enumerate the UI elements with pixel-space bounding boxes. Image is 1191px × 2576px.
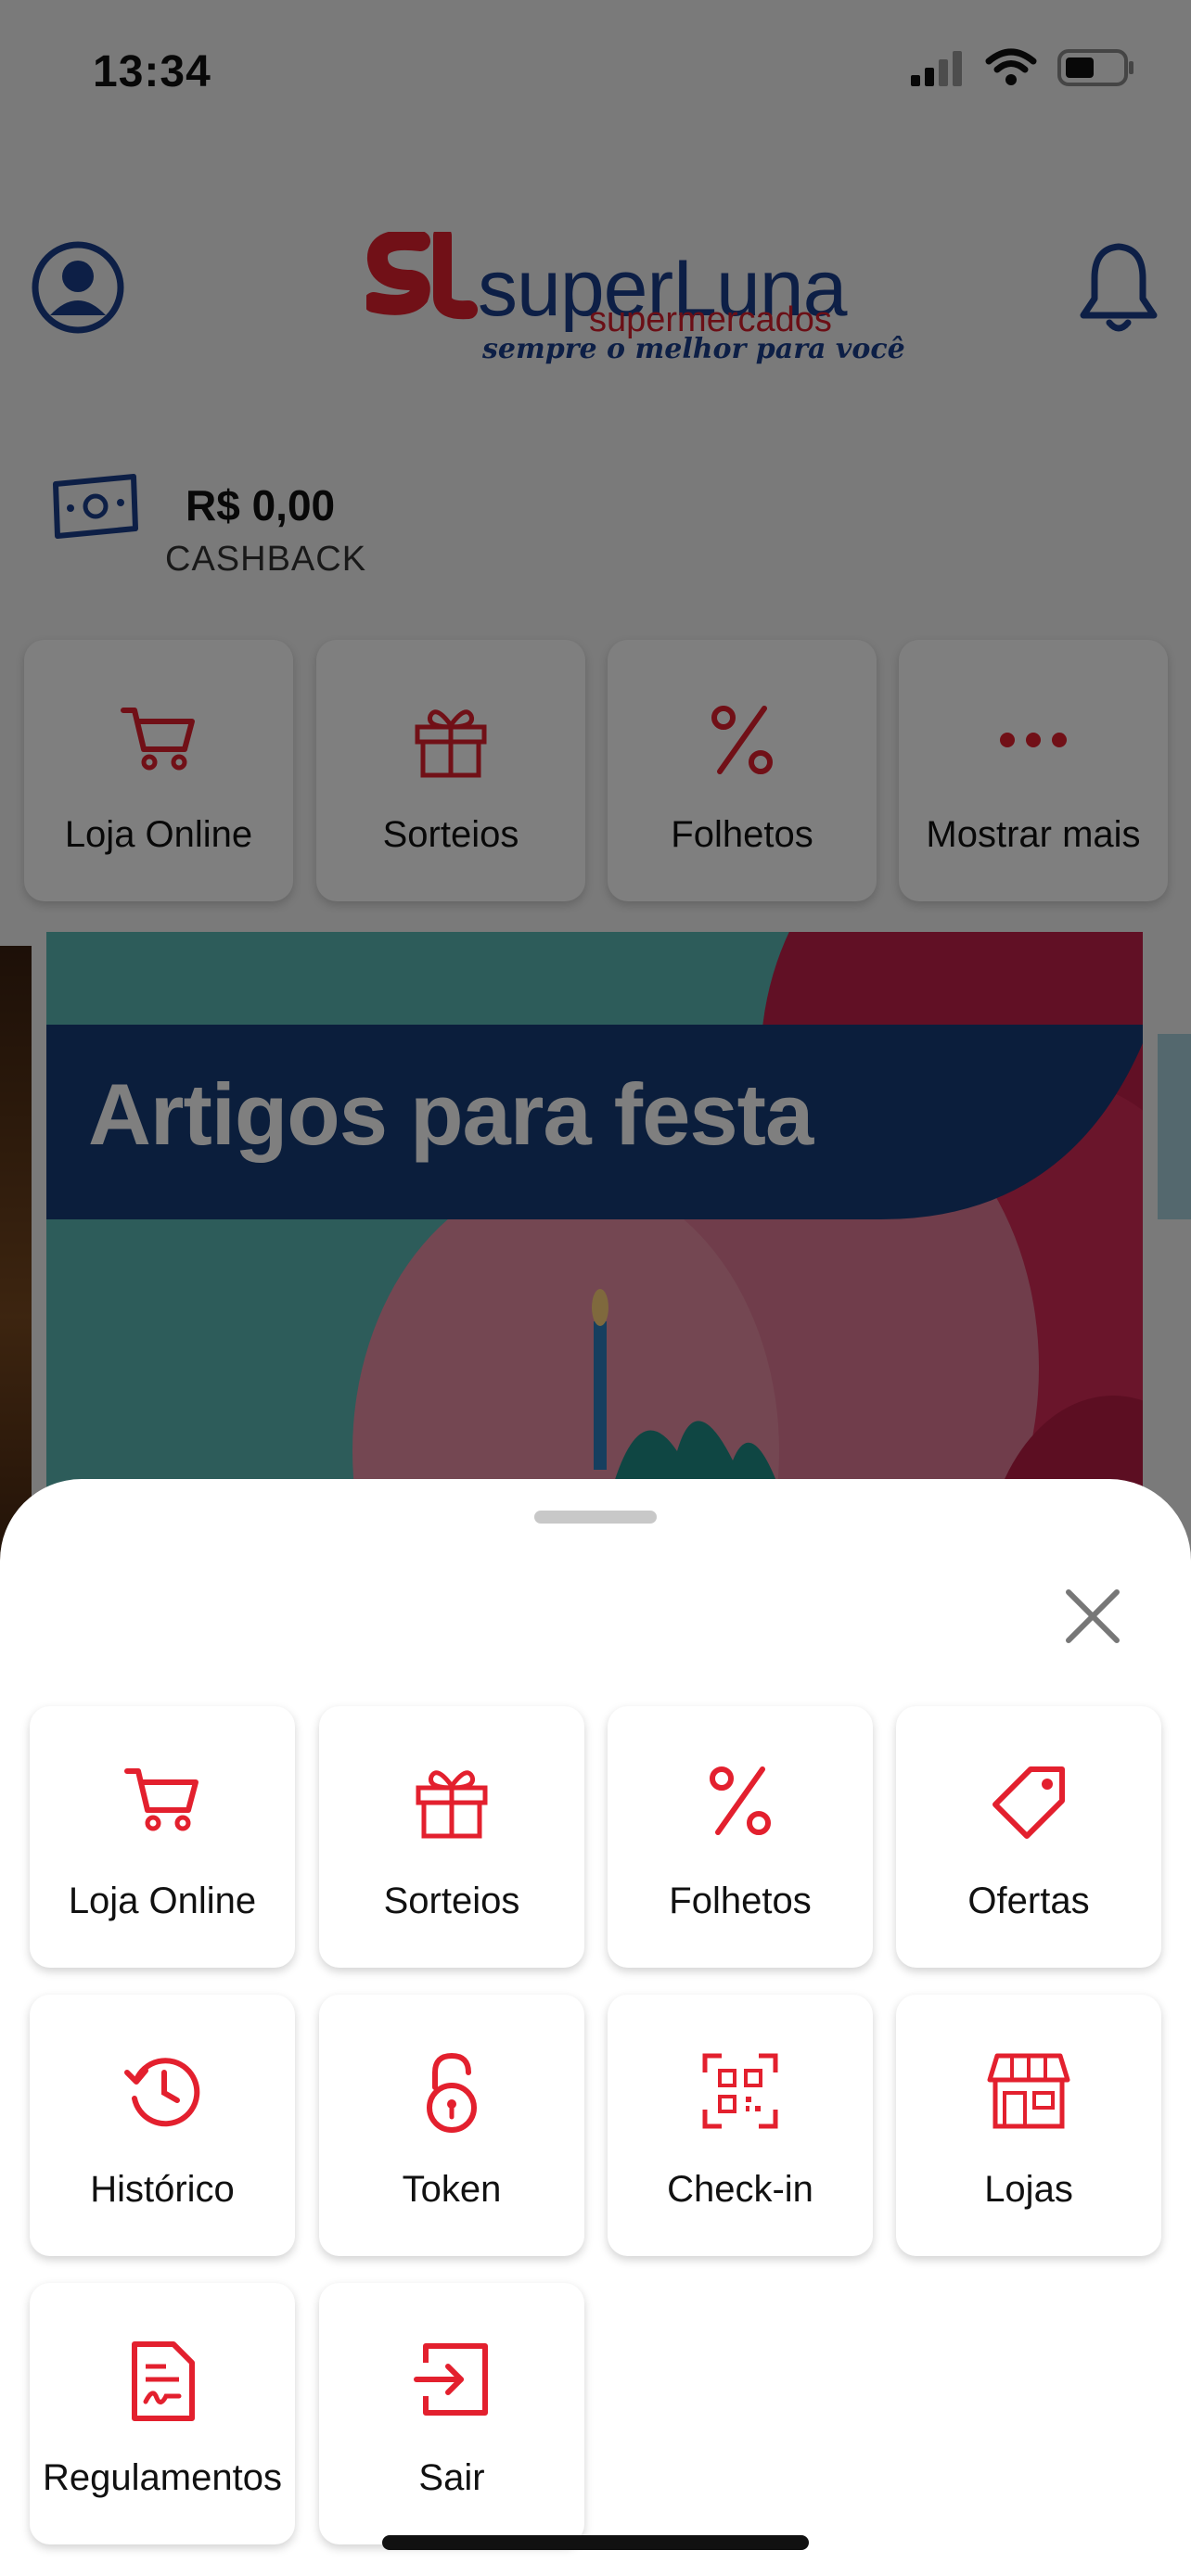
menu-item-regulamentos[interactable]: Regulamentos [30,2283,295,2544]
menu-item-ofertas[interactable]: Ofertas [896,1706,1161,1968]
gift-icon [416,1770,488,1839]
menu-item-label: Regulamentos [43,2457,282,2498]
menu-item-sorteios[interactable]: Sorteios [319,1706,584,1968]
menu-item-label: Loja Online [68,1881,257,1921]
menu-item-token[interactable]: Token [319,1995,584,2256]
cart-icon [124,1768,198,1831]
home-indicator[interactable] [382,2535,809,2550]
unlock-icon [427,2052,477,2133]
menu-item-folhetos[interactable]: Folhetos [608,1706,873,1968]
history-icon [124,2058,200,2127]
logout-icon [414,2343,488,2416]
percent-icon [710,1766,771,1835]
store-icon [987,2053,1070,2129]
menu-item-label: Check-in [667,2169,813,2210]
menu-item-label: Token [402,2169,502,2210]
menu-item-label: Folhetos [669,1881,812,1921]
close-icon [1066,1589,1120,1643]
menu-item-lojas[interactable]: Lojas [896,1995,1161,2256]
menu-bottom-sheet: Loja Online Sorteios Folhetos Ofertas Hi… [0,1479,1191,2576]
close-button[interactable] [1057,1581,1128,1651]
menu-item-historico[interactable]: Histórico [30,1995,295,2256]
menu-item-label: Lojas [984,2169,1073,2210]
tag-icon [992,1766,1065,1839]
sheet-drag-handle[interactable] [534,1511,657,1524]
menu-item-label: Sair [418,2457,485,2498]
menu-item-label: Histórico [90,2169,235,2210]
menu-item-label: Ofertas [967,1881,1090,1921]
menu-item-loja-online[interactable]: Loja Online [30,1706,295,1968]
menu-item-sair[interactable]: Sair [319,2283,584,2544]
menu-item-label: Sorteios [383,1881,520,1921]
qr-scan-icon [702,2053,778,2129]
menu-item-check-in[interactable]: Check-in [608,1995,873,2256]
document-icon [132,2341,195,2421]
